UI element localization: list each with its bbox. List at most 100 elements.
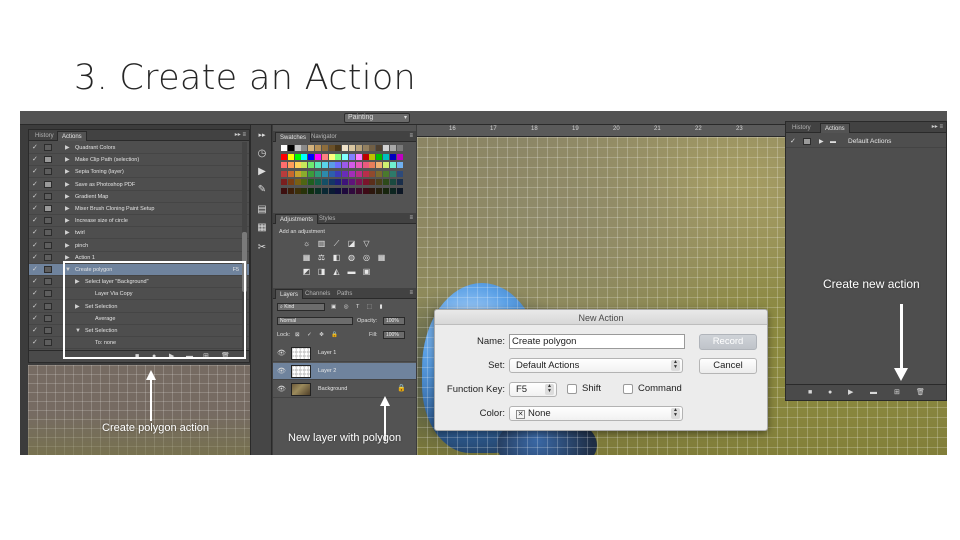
new-action-icon[interactable]: ⊞	[894, 388, 900, 398]
cancel-button[interactable]: Cancel	[699, 358, 757, 374]
bw-icon[interactable]: ◧	[331, 253, 342, 263]
color-swatch[interactable]	[321, 187, 328, 194]
dialog-toggle-icon[interactable]	[44, 327, 52, 334]
panel-menu-icon[interactable]: ▸▸ ≡	[235, 131, 246, 140]
color-swatch[interactable]	[281, 162, 287, 168]
color-swatch[interactable]	[294, 170, 301, 177]
check-icon[interactable]: ✓	[32, 143, 42, 153]
record-icon[interactable]: ●	[828, 388, 832, 398]
color-swatch[interactable]	[308, 170, 315, 177]
check-icon[interactable]: ✓	[32, 277, 42, 287]
filter-kind-select[interactable]: ⌕ Kind	[277, 303, 325, 311]
check-icon[interactable]: ✓	[32, 314, 42, 324]
color-swatch[interactable]	[328, 145, 335, 151]
hue-icon[interactable]: ▦	[301, 253, 312, 263]
color-swatch[interactable]	[362, 187, 369, 194]
color-swatch[interactable]	[362, 162, 369, 168]
eye-icon[interactable]: 👁	[277, 367, 286, 375]
dialog-toggle-icon[interactable]	[44, 156, 52, 164]
check-icon[interactable]: ✓	[32, 338, 42, 348]
action-row[interactable]: ✓ ▶ Make Clip Path (selection)	[29, 154, 249, 167]
check-icon[interactable]: ✓	[32, 155, 42, 165]
color-swatch[interactable]	[355, 162, 362, 168]
tab-adjustments[interactable]: Adjustments	[275, 214, 319, 224]
action-row[interactable]: ✓ ▶ Mixer Brush Cloning Paint Setup	[29, 203, 249, 215]
color-swatch[interactable]	[376, 145, 383, 151]
color-swatch[interactable]	[294, 179, 301, 185]
layer-row[interactable]: 👁 Layer 1	[273, 345, 416, 362]
color-swatch[interactable]	[335, 170, 342, 177]
color-swatch[interactable]	[342, 179, 349, 185]
action-row[interactable]: ✓ ▶ twirl	[29, 227, 249, 240]
action-row[interactable]: ✓ ▶ Sepia Toning (layer)	[29, 166, 249, 179]
lock-icons[interactable]: ⊠ ✓ ✥ 🔒	[295, 331, 341, 339]
color-swatch[interactable]	[369, 170, 376, 177]
color-swatch[interactable]	[328, 153, 335, 160]
color-swatch[interactable]	[335, 179, 342, 185]
opacity-field[interactable]: 100%	[383, 317, 405, 325]
chevron-right-icon[interactable]: ▶	[65, 154, 70, 166]
color-swatch[interactable]	[383, 179, 389, 185]
chevron-right-icon[interactable]: ▶	[65, 166, 70, 178]
curves-icon[interactable]: ⟋	[331, 239, 342, 249]
tab-paths[interactable]: Paths	[333, 289, 356, 299]
gradient-map-icon[interactable]: ▬	[346, 267, 357, 277]
color-swatch[interactable]	[308, 153, 315, 160]
dialog-toggle-icon[interactable]	[44, 144, 52, 151]
color-swatch[interactable]	[355, 145, 362, 151]
color-swatch[interactable]	[281, 187, 287, 194]
tab-layers[interactable]: Layers	[275, 289, 304, 299]
eye-icon[interactable]: 👁	[277, 385, 286, 393]
grid-icon[interactable]: ▦	[255, 221, 269, 234]
set-select[interactable]: Default Actions ▲ ▼	[509, 358, 683, 373]
color-swatch[interactable]	[376, 170, 383, 177]
name-input[interactable]: Create polygon	[509, 334, 685, 349]
color-swatch[interactable]	[389, 153, 396, 160]
color-swatch[interactable]	[321, 162, 328, 168]
dialog-toggle-icon[interactable]	[44, 217, 52, 225]
check-icon[interactable]: ✓	[32, 326, 42, 336]
color-swatch[interactable]	[349, 145, 355, 151]
balance-icon[interactable]: ⚖	[316, 253, 327, 263]
tab-history[interactable]: History	[788, 123, 815, 133]
color-swatch[interactable]	[355, 153, 362, 160]
color-swatch[interactable]	[301, 170, 308, 177]
color-swatch[interactable]	[389, 187, 396, 194]
chevron-right-icon[interactable]: ▶	[819, 136, 824, 148]
record-button[interactable]: Record	[699, 334, 757, 350]
color-swatch[interactable]	[349, 162, 355, 168]
dialog-toggle-icon[interactable]	[44, 229, 52, 237]
photo-filter-icon[interactable]: ◍	[346, 253, 357, 263]
color-swatch[interactable]	[376, 179, 383, 185]
color-swatch[interactable]	[335, 153, 342, 160]
color-swatch[interactable]	[328, 187, 335, 194]
vibrance-icon[interactable]: ▽	[361, 239, 372, 249]
action-row[interactable]: ✓ ▶ Save as Photoshop PDF	[29, 179, 249, 191]
action-set-row[interactable]: ✓ ▶ ▬ Default Actions	[786, 136, 946, 148]
color-swatch[interactable]	[287, 162, 294, 168]
dialog-toggle-icon[interactable]	[44, 339, 52, 347]
color-swatch[interactable]	[328, 162, 335, 168]
check-icon[interactable]: ✓	[32, 289, 42, 299]
color-swatch[interactable]	[321, 170, 328, 177]
color-swatch[interactable]	[301, 187, 308, 194]
check-icon[interactable]: ✓	[790, 136, 796, 148]
color-swatch[interactable]	[396, 187, 403, 194]
action-row[interactable]: ✓ ▶ Quadrant Colors	[29, 142, 249, 154]
eye-icon[interactable]: 👁	[277, 349, 286, 357]
exposure-icon[interactable]: ◪	[346, 239, 357, 249]
color-swatch[interactable]	[369, 153, 376, 160]
trash-icon[interactable]: 🗑	[916, 388, 925, 398]
color-swatch[interactable]	[396, 145, 403, 151]
color-swatch[interactable]	[355, 179, 362, 185]
color-swatch[interactable]	[328, 179, 335, 185]
dialog-toggle-icon[interactable]	[44, 192, 52, 200]
chevron-right-icon[interactable]: ▶	[65, 203, 70, 215]
tab-channels[interactable]: Channels	[301, 289, 334, 299]
tab-styles[interactable]: Styles	[315, 214, 339, 224]
dialog-toggle-icon[interactable]	[803, 138, 811, 145]
color-swatch[interactable]	[294, 153, 301, 160]
dialog-toggle-icon[interactable]	[44, 302, 52, 310]
new-set-icon[interactable]: ▬	[870, 388, 877, 398]
dialog-toggle-icon[interactable]	[44, 253, 52, 261]
